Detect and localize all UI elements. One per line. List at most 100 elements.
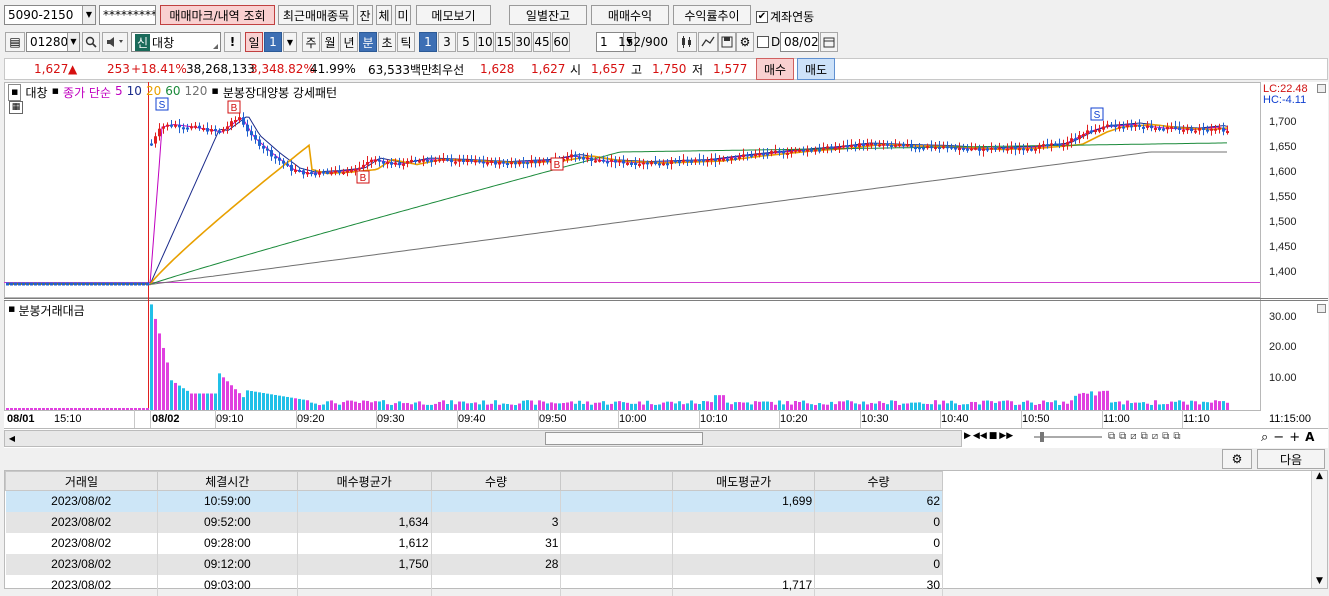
candle	[970, 148, 973, 151]
split-icon[interactable]: ⧄	[1130, 431, 1136, 442]
rewind-icon[interactable]: ◀◀	[973, 431, 987, 441]
screen-icon[interactable]: ▤	[5, 32, 25, 52]
col-buy-avg[interactable]: 매수평균가	[296, 471, 432, 491]
table-row[interactable]: 2023/08/02 09:52:00 1,634 3 0	[5, 511, 943, 533]
memo-button[interactable]: 메모보기	[416, 5, 491, 25]
font-size-icon[interactable]: A	[1305, 430, 1314, 445]
tab-day[interactable]: 일	[245, 32, 263, 52]
stop-icon[interactable]: ■	[989, 431, 998, 441]
chart-legend: ▪ 대창 ▪ 종가 단순 5 10 20 60 120 ▪ 분봉장대양봉 강세패…	[8, 84, 337, 101]
price-chart[interactable]: S B B B S	[0, 82, 1329, 448]
balance-button[interactable]: 잔	[357, 5, 373, 25]
warning-button[interactable]: !	[224, 32, 241, 52]
day-count-value[interactable]: 1	[264, 32, 282, 52]
panel-close-icon[interactable]	[1317, 84, 1326, 93]
daily-balance-button[interactable]: 일별잔고	[509, 5, 587, 25]
tab-second[interactable]: 초	[378, 32, 396, 52]
col-date[interactable]: 거래일	[5, 471, 158, 491]
interval-3[interactable]: 3	[438, 32, 456, 52]
buy-button[interactable]: 매수	[756, 58, 794, 80]
play-icon[interactable]: ▶	[964, 431, 971, 441]
unexecuted-button[interactable]: 미	[395, 5, 411, 25]
panel-close-icon[interactable]	[1317, 304, 1326, 313]
print-icon[interactable]: ⧉	[1173, 431, 1180, 442]
volume-bar	[1050, 402, 1053, 410]
checkbox-checked-icon[interactable]: ✔	[756, 10, 768, 23]
tab-minute[interactable]: 분	[359, 32, 377, 52]
legend-box-icon[interactable]: ▪	[8, 84, 22, 101]
gear-icon[interactable]: ⚙	[1222, 449, 1252, 469]
col-sell-qty[interactable]: 수량	[814, 471, 943, 491]
scroll-thumb[interactable]	[545, 432, 703, 445]
speaker-icon[interactable]	[102, 32, 128, 52]
candle-type-icon[interactable]	[677, 32, 697, 52]
zoom-slider[interactable]	[1032, 430, 1104, 444]
calendar-icon[interactable]	[820, 32, 838, 52]
volume-bar	[254, 391, 257, 410]
interval-5[interactable]: 5	[457, 32, 475, 52]
gear-icon[interactable]: ⚙	[736, 32, 754, 52]
window-icon[interactable]: ⧉	[1141, 431, 1148, 442]
next-button[interactable]: 다음	[1257, 449, 1325, 469]
grid-icon[interactable]: ⧄	[1152, 431, 1158, 442]
search-icon[interactable]	[82, 32, 100, 52]
trade-profit-button[interactable]: 매매수익	[591, 5, 669, 25]
password-field[interactable]: *********	[99, 5, 156, 25]
interval-15[interactable]: 15	[495, 32, 513, 52]
scroll-up-icon[interactable]: ▲	[1312, 471, 1327, 481]
scroll-down-icon[interactable]: ▼	[1312, 576, 1327, 586]
tab-year[interactable]: 년	[340, 32, 358, 52]
interval-10[interactable]: 10	[476, 32, 494, 52]
volume-bar	[442, 400, 445, 410]
table-row[interactable]: 2023/08/02 09:03:00 1,717 30	[5, 574, 943, 596]
tab-tick[interactable]: 틱	[397, 32, 415, 52]
executed-button[interactable]: 체	[376, 5, 392, 25]
yield-trend-button[interactable]: 수익률추이	[673, 5, 751, 25]
trade-marker-button[interactable]: 매매마크/내역 조회	[160, 5, 275, 25]
forward-icon[interactable]: ▶▶	[999, 431, 1013, 441]
table-scrollbar[interactable]: ▲ ▼	[1311, 471, 1327, 588]
chevron-down-icon[interactable]: ▼	[283, 32, 297, 52]
col-buy-qty[interactable]: 수량	[430, 471, 562, 491]
table-row[interactable]: 2023/08/02 09:12:00 1,750 28 0	[5, 553, 943, 575]
date-checkbox[interactable]: D	[757, 35, 780, 49]
tab-week[interactable]: 주	[302, 32, 320, 52]
tab-month[interactable]: 월	[321, 32, 339, 52]
col-time[interactable]: 체결시간	[156, 471, 298, 491]
overlay-icon[interactable]: ⧉	[1119, 431, 1126, 442]
scroll-left-icon[interactable]: ◀	[5, 431, 19, 446]
interval-60[interactable]: 60	[552, 32, 570, 52]
table-row[interactable]: 2023/08/02 10:59:00 1,699 62	[5, 490, 943, 512]
col-empty[interactable]	[560, 471, 674, 491]
checkbox-icon[interactable]	[757, 36, 769, 48]
chevron-down-icon[interactable]: ▼	[82, 6, 95, 24]
volume-bar	[290, 397, 293, 410]
save-icon[interactable]	[718, 32, 736, 52]
col-sell-avg[interactable]: 매도평균가	[672, 471, 816, 491]
interval-45[interactable]: 45	[533, 32, 551, 52]
volume-bar	[1054, 400, 1057, 410]
account-link-checkbox[interactable]: ✔ 계좌연동	[756, 8, 814, 25]
interval-1[interactable]: 1	[419, 32, 437, 52]
magnifier-icon[interactable]: ⌕	[1261, 430, 1268, 445]
zoom-in-icon[interactable]: +	[1289, 430, 1300, 445]
candle	[454, 161, 457, 164]
table-row[interactable]: 2023/08/02 09:28:00 1,612 31 0	[5, 532, 943, 554]
table-icon[interactable]: ▦	[9, 101, 23, 114]
sell-button[interactable]: 매도	[797, 58, 835, 80]
stock-code-field[interactable]: 012800 ▼	[26, 32, 80, 52]
chevron-down-icon[interactable]: ▼	[67, 33, 79, 51]
zoom-out-icon[interactable]: −	[1273, 430, 1284, 445]
interval-30[interactable]: 30	[514, 32, 532, 52]
chart-scrollbar[interactable]: ◀	[4, 430, 962, 447]
line-tool-icon[interactable]	[698, 32, 718, 52]
recent-trades-button[interactable]: 최근매매종목	[278, 5, 354, 25]
volume-bar	[258, 392, 261, 410]
compare-icon[interactable]: ⧉	[1108, 431, 1115, 442]
volume-bar	[1202, 401, 1205, 410]
date-field[interactable]: 08/02	[780, 32, 819, 52]
stock-name-field[interactable]: 신 대창	[131, 32, 221, 52]
copy-icon[interactable]: ⧉	[1162, 431, 1169, 442]
account-select[interactable]: 5090-2150 ▼	[4, 5, 96, 25]
volume-bar	[270, 394, 273, 410]
